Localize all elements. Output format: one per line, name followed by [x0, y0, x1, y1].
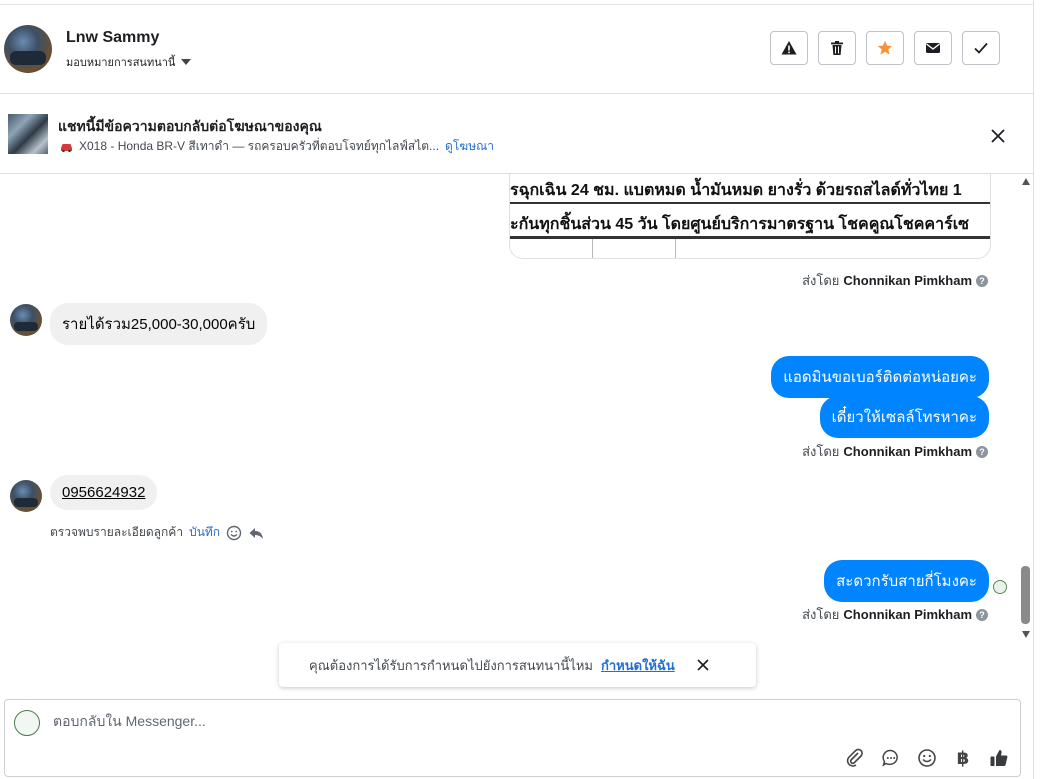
sent-by-label: ส่งโดย Chonnikan Pimkham ? — [802, 270, 988, 291]
sender-name: Chonnikan Pimkham — [843, 273, 972, 288]
message-thread: รฉุกเฉิน 24 ชม. แบตหมด น้ำมันหมด ยางรั่ว… — [0, 174, 1018, 644]
image-table-line — [675, 239, 676, 258]
reply-icon[interactable] — [248, 525, 264, 541]
assign-toast: คุณต้องการได้รับการกำหนดไปยังการสนทนานี้… — [279, 643, 756, 687]
payment-button[interactable]: ฿ — [953, 748, 973, 768]
reply-composer: ฿ — [4, 699, 1021, 777]
image-text-line-1: รฉุกเฉิน 24 ชม. แบตหมด น้ำมันหมด ยางรั่ว… — [510, 182, 962, 199]
star-button[interactable] — [866, 31, 904, 65]
page-avatar — [14, 710, 40, 736]
assign-to-me-link[interactable]: กำหนดให้ฉัน — [601, 655, 675, 676]
outgoing-message[interactable]: สะดวกรับสายกี่โมงคะ — [824, 560, 989, 602]
image-table-line — [592, 239, 593, 258]
ad-subtitle-row: X018 - Honda BR-V สีเทาดำ — รถครอบครัวที… — [60, 137, 494, 156]
smiley-icon — [918, 749, 936, 767]
sent-by-label: ส่งโดย Chonnikan Pimkham ? — [802, 441, 988, 462]
mark-unread-button[interactable] — [914, 31, 952, 65]
check-icon — [974, 42, 988, 54]
emoji-react-icon[interactable] — [226, 525, 242, 541]
ad-banner-title: แชทนี้มีข้อความตอบกลับต่อโฆษณาของคุณ — [58, 118, 322, 134]
detected-details-label: ตรวจพบรายละเอียดลูกค้า — [50, 525, 184, 539]
scroll-up-arrow[interactable] — [1022, 178, 1030, 185]
emoji-button[interactable] — [917, 748, 937, 768]
saved-replies-button[interactable] — [881, 748, 901, 768]
chevron-down-icon — [181, 59, 192, 65]
incoming-message[interactable]: 0956624932 — [50, 475, 158, 510]
outgoing-message[interactable]: แอดมินขอเบอร์ติดต่อหน่อยคะ — [771, 356, 989, 398]
like-button[interactable] — [989, 748, 1009, 768]
assign-label: มอบหมายการสนทนานี้ — [66, 57, 176, 69]
contact-avatar-small[interactable] — [10, 304, 42, 336]
help-icon[interactable]: ? — [976, 608, 988, 621]
sent-by-prefix: ส่งโดย — [802, 444, 840, 459]
mark-spam-button[interactable] — [770, 31, 808, 65]
image-attachment[interactable]: รฉุกเฉิน 24 ชม. แบตหมด น้ำมันหมด ยางรั่ว… — [509, 174, 991, 259]
thumbs-up-icon — [990, 750, 1008, 766]
ad-thumbnail[interactable] — [8, 114, 48, 154]
envelope-icon — [926, 43, 940, 53]
close-icon[interactable] — [695, 657, 711, 673]
panel-edge — [1033, 0, 1034, 779]
ad-reply-banner: แชทนี้มีข้อความตอบกลับต่อโฆษณาของคุณ X01… — [0, 94, 1033, 174]
warning-icon — [781, 41, 797, 55]
scroll-down-arrow[interactable] — [1022, 631, 1030, 638]
view-ad-link[interactable]: ดูโฆษณา — [445, 137, 494, 156]
star-icon — [877, 40, 893, 55]
attach-button[interactable] — [845, 748, 865, 768]
image-text-line-2: ะกันทุกชิ้นส่วน 45 วัน โดยศูนย์บริการมาต… — [510, 216, 970, 233]
outgoing-message[interactable]: เดี๋ยวให้เซลล์โทรหาคะ — [819, 396, 989, 438]
trash-icon — [831, 41, 843, 55]
sent-by-prefix: ส่งโดย — [802, 607, 840, 622]
assign-dropdown[interactable]: มอบหมายการสนทนานี้ — [66, 53, 192, 71]
read-receipt-avatar — [993, 580, 1007, 594]
paperclip-icon — [846, 748, 863, 767]
close-icon[interactable] — [988, 126, 1008, 146]
save-link[interactable]: บันทึก — [189, 523, 220, 542]
toast-text: คุณต้องการได้รับการกำหนดไปยังการสนทนานี้… — [309, 657, 593, 673]
baht-icon: ฿ — [956, 747, 970, 768]
customer-detail-row: ตรวจพบรายละเอียดลูกค้า บันทึก — [50, 523, 264, 542]
phone-number-link[interactable]: 0956624932 — [62, 484, 145, 501]
help-icon[interactable]: ? — [976, 274, 988, 287]
reply-input[interactable] — [51, 712, 755, 730]
incoming-message[interactable]: รายได้รวม25,000-30,000ครับ — [50, 303, 268, 345]
mark-done-button[interactable] — [962, 31, 1000, 65]
contact-name[interactable]: Lnw Sammy — [66, 29, 159, 47]
contact-avatar-small[interactable] — [10, 480, 42, 512]
sent-by-prefix: ส่งโดย — [802, 273, 840, 288]
sender-name: Chonnikan Pimkham — [843, 607, 972, 622]
image-rule — [510, 202, 990, 204]
chat-bubble-icon — [882, 749, 898, 767]
ad-subtitle: X018 - Honda BR-V สีเทาดำ — รถครอบครัวที… — [79, 139, 440, 153]
sender-name: Chonnikan Pimkham — [843, 444, 972, 459]
scrollbar-thumb[interactable] — [1021, 566, 1030, 624]
image-rule — [510, 236, 990, 239]
help-icon[interactable]: ? — [976, 445, 988, 458]
sent-by-label: ส่งโดย Chonnikan Pimkham ? — [802, 604, 988, 625]
car-icon — [61, 143, 72, 152]
conversation-header: Lnw Sammy มอบหมายการสนทนานี้ — [0, 5, 1033, 94]
delete-button[interactable] — [818, 31, 856, 65]
contact-avatar[interactable] — [4, 25, 52, 73]
